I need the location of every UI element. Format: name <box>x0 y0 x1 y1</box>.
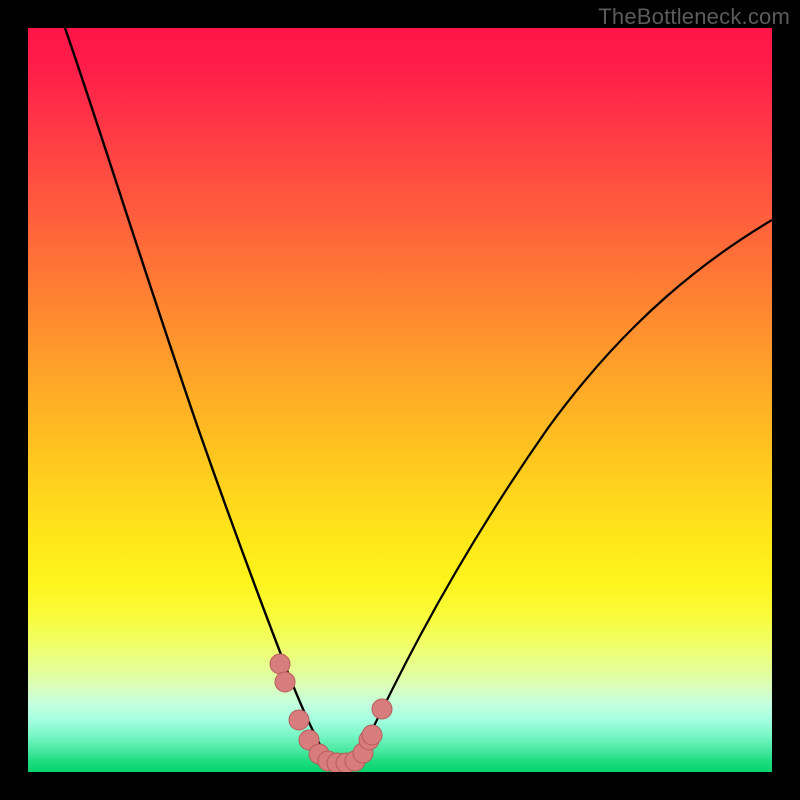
outer-frame: TheBottleneck.com <box>0 0 800 800</box>
left-curve <box>65 28 329 761</box>
valley-marker <box>275 672 295 692</box>
valley-marker <box>270 654 290 674</box>
right-curve <box>355 220 772 761</box>
chart-svg <box>28 28 772 772</box>
watermark-text: TheBottleneck.com <box>598 4 790 30</box>
valley-marker <box>362 725 382 745</box>
plot-area <box>28 28 772 772</box>
valley-marker <box>372 699 392 719</box>
valley-marker <box>289 710 309 730</box>
